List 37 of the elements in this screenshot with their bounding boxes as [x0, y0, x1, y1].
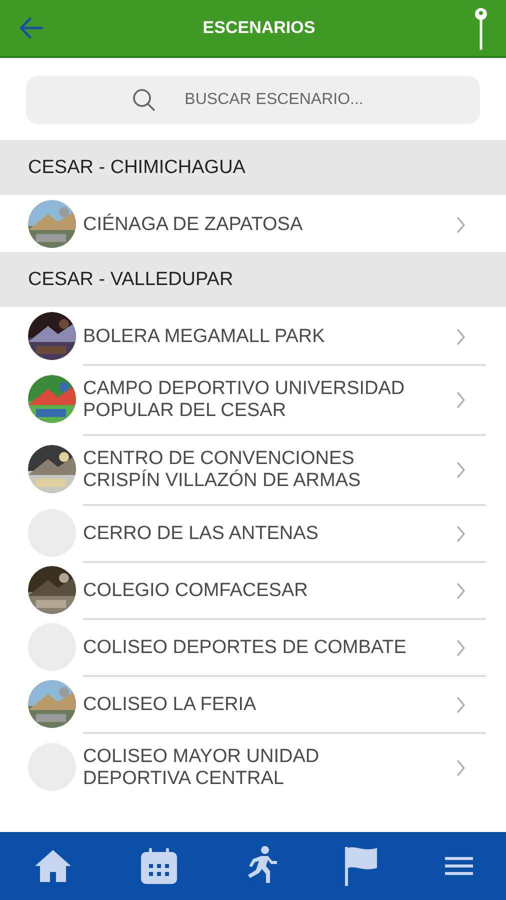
venue-list-item[interactable]: COLISEO DEPORTES DE COMBATE: [0, 618, 506, 675]
venue-name: COLEGIO COMFACESAR: [83, 580, 308, 602]
chevron-right-icon: [456, 216, 466, 234]
chevron-right-icon: [456, 328, 466, 346]
chevron-right-icon: [456, 582, 466, 600]
venue-list-item[interactable]: CERRO DE LAS ANTENAS: [0, 504, 506, 561]
venue-list-item[interactable]: COLEGIO COMFACESAR: [0, 561, 506, 618]
venue-name: CERRO DE LAS ANTENAS: [83, 522, 318, 544]
search-icon: [132, 88, 156, 112]
venue-name: CAMPO DEPORTIVO UNIVERSIDAD POPULAR DEL CESAR: [83, 378, 406, 422]
venue-name: CIÉNAGA DE ZAPATOSA: [83, 214, 303, 236]
venue-list-item[interactable]: CAMPO DEPORTIVO UNIVERSIDAD POPULAR DEL CESAR: [0, 364, 506, 434]
menu-icon[interactable]: [444, 856, 473, 876]
pin-icon[interactable]: [474, 7, 488, 51]
venue-list-item[interactable]: BOLERA MEGAMALL PARK: [0, 307, 506, 364]
chevron-right-icon: [456, 696, 466, 714]
chevron-right-icon: [456, 461, 466, 479]
screen-title: ESCENARIOS: [202, 18, 316, 38]
search-field[interactable]: BUSCAR ESCENARIO...: [26, 76, 480, 124]
calendar-icon[interactable]: [140, 847, 178, 885]
section-header: CESAR - VALLEDUPAR: [0, 252, 506, 307]
venue-name: BOLERA MEGAMALL PARK: [83, 326, 325, 348]
chevron-right-icon: [456, 759, 466, 777]
venue-list-item[interactable]: CIÉNAGA DE ZAPATOSA: [0, 195, 506, 252]
venue-name: COLISEO MAYOR UNIDAD DEPORTIVA CENTRAL: [83, 746, 320, 790]
chevron-right-icon: [456, 391, 466, 409]
venue-name: CENTRO DE CONVENCIONES CRISPÍN VILLAZÓN DE ARMAS: [83, 448, 362, 492]
venue-name: COLISEO DEPORTES DE COMBATE: [83, 636, 406, 658]
venue-list-item[interactable]: COLISEO MAYOR UNIDAD DEPORTIVA CENTRAL: [0, 732, 506, 802]
section-header: CESAR - CHIMICHAGUA: [0, 140, 506, 195]
venue-list-item[interactable]: COLISEO LA FERIA: [0, 675, 506, 732]
venue-name: COLISEO LA FERIA: [83, 694, 256, 716]
chevron-right-icon: [456, 638, 466, 656]
home-icon[interactable]: [33, 848, 74, 884]
chevron-right-icon: [456, 524, 466, 542]
flag-icon[interactable]: [344, 846, 378, 886]
venue-list-item[interactable]: CENTRO DE CONVENCIONES CRISPÍN VILLAZÓN DE ARMAS: [0, 434, 506, 504]
